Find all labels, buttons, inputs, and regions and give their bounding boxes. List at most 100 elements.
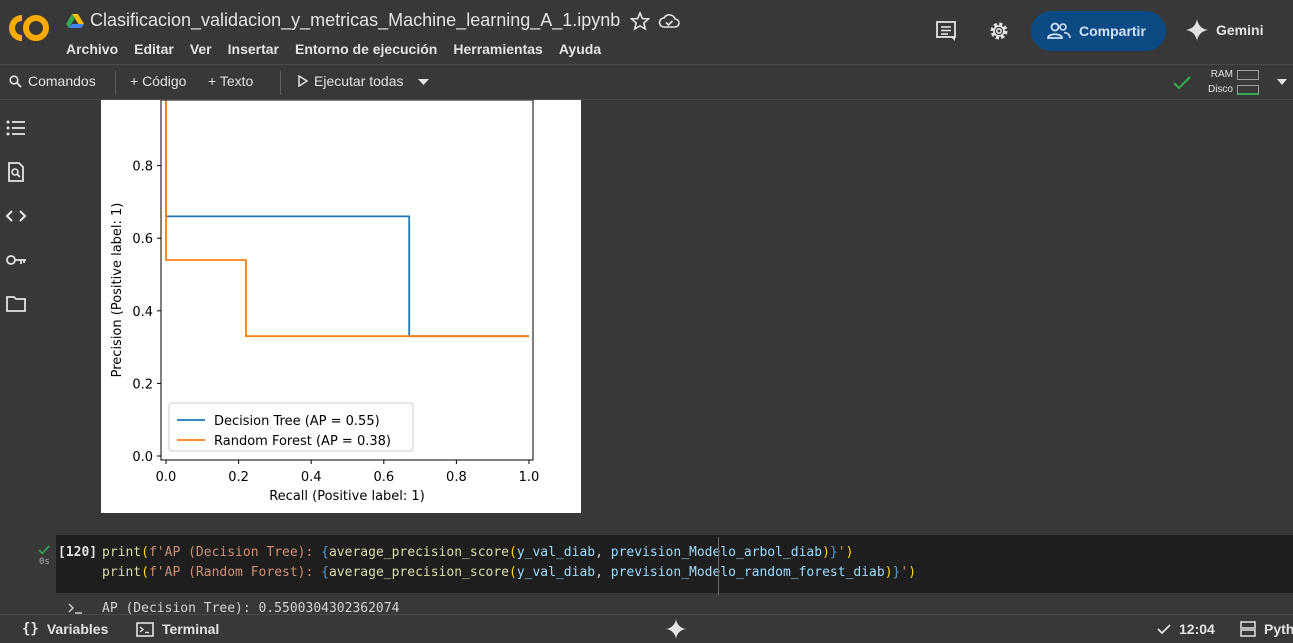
status-bar: {} Variables Terminal 12:04 Pyth	[0, 614, 1293, 643]
menubar: Archivo Editar Ver Insertar Entorno de e…	[66, 41, 601, 57]
runtime-type[interactable]: Pyth	[1240, 621, 1293, 637]
star-icon[interactable]	[630, 11, 650, 31]
menu-ver[interactable]: Ver	[190, 41, 212, 57]
commands-button[interactable]: Comandos	[9, 73, 96, 89]
resource-labels[interactable]: RAM Disco	[1205, 67, 1233, 97]
notebook-title[interactable]: Clasificacion_validacion_y_metricas_Mach…	[90, 10, 620, 31]
code-token: )	[845, 545, 854, 560]
code-token: )	[884, 565, 893, 580]
add-code-button[interactable]: + Código	[130, 73, 186, 89]
pr-curve-figure: 0.0 0.2 0.4 0.6 0.8 1.0 0.0 0.2 0.4 0.6 0.8 Recal…	[101, 100, 581, 513]
output-toggle-icon[interactable]	[67, 602, 83, 614]
gemini-sparkle-icon[interactable]	[666, 619, 686, 639]
x-tick-label: 0.6	[373, 470, 394, 485]
code-token: f'AP (Decision Tree):	[148, 545, 322, 560]
check-icon	[1157, 624, 1171, 635]
commands-label: Comandos	[28, 73, 96, 89]
colab-window: Clasificacion_validacion_y_metricas_Mach…	[0, 0, 1293, 643]
play-icon	[298, 75, 308, 87]
menu-herramientas[interactable]: Herramientas	[453, 41, 543, 57]
code-token: ,	[595, 565, 611, 580]
run-all-button[interactable]: Ejecutar todas	[298, 73, 404, 89]
x-axis-label: Recall (Positive label: 1)	[269, 489, 425, 504]
drive-icon[interactable]	[66, 13, 84, 29]
folder-icon[interactable]	[5, 293, 27, 315]
secrets-key-icon[interactable]	[5, 249, 27, 271]
run-success-icon	[38, 545, 50, 555]
terminal-label: Terminal	[162, 621, 220, 637]
chevron-down-icon[interactable]	[418, 79, 429, 86]
code-token: (	[509, 565, 517, 580]
y-tick-label: 0.8	[132, 160, 153, 175]
series-line-0	[165, 100, 529, 338]
cloud-saved-icon[interactable]	[658, 11, 680, 31]
code-token: '	[900, 565, 909, 580]
runtime-label: Pyth	[1264, 621, 1293, 637]
code-token: )	[822, 545, 830, 560]
find-replace-icon[interactable]	[5, 161, 27, 183]
x-tick-label: 0.0	[156, 470, 177, 485]
y-tick-label: 0.2	[132, 377, 153, 392]
code-token: print	[102, 565, 142, 580]
code-token: (	[141, 565, 149, 580]
variables-button[interactable]: {} Variables	[22, 621, 108, 637]
last-run-status[interactable]: 12:04	[1157, 621, 1215, 637]
disk-meter	[1237, 85, 1259, 95]
comment-icon[interactable]	[935, 20, 957, 42]
toolbar-divider	[115, 71, 116, 95]
code-token: '	[837, 545, 846, 560]
search-icon	[9, 74, 22, 88]
y-axis-label: Precision (Positive label: 1)	[110, 203, 125, 378]
menu-editar[interactable]: Editar	[134, 41, 174, 57]
gear-icon[interactable]	[988, 20, 1010, 42]
chart-legend: Decision Tree (AP = 0.55) Random Forest (…	[168, 402, 414, 452]
execution-count: [120]	[58, 545, 98, 560]
run-all-label: Ejecutar todas	[314, 73, 404, 89]
menu-entorno[interactable]: Entorno de ejecución	[295, 41, 437, 57]
code-token: f'AP (Random Forest):	[148, 565, 322, 580]
code-token: print	[102, 545, 142, 560]
gemini-button[interactable]: Gemini	[1186, 14, 1263, 46]
x-tick-label: 0.4	[301, 470, 322, 485]
header: Clasificacion_validacion_y_metricas_Mach…	[0, 0, 1293, 64]
y-tick-label: 0.6	[132, 232, 153, 247]
menu-archivo[interactable]: Archivo	[66, 41, 118, 57]
toolbar-divider	[280, 71, 281, 95]
colab-logo-icon[interactable]	[8, 12, 50, 44]
menu-ayuda[interactable]: Ayuda	[559, 41, 601, 57]
code-line-2[interactable]: print(f'AP (Random Forest): {average_pre…	[102, 565, 916, 580]
terminal-button[interactable]: Terminal	[136, 621, 219, 637]
connected-check-icon	[1173, 76, 1191, 90]
pr-curve-chart: 0.0 0.2 0.4 0.6 0.8 1.0 0.0 0.2 0.4 0.6 0.8 Recal…	[110, 100, 540, 504]
cell-output: AP (Decision Tree): 0.5500304302362074	[102, 601, 400, 614]
execution-time: 0s	[39, 557, 50, 567]
code-line-1[interactable]: print(f'AP (Decision Tree): {average_pre…	[102, 545, 853, 560]
runtime-icon	[1240, 621, 1256, 637]
code-token: ,	[595, 545, 611, 560]
add-text-button[interactable]: + Texto	[208, 73, 253, 89]
code-token: average_precision_score	[328, 545, 509, 560]
code-token: y_val_diab	[516, 545, 596, 560]
x-tick-label: 1.0	[519, 470, 540, 485]
code-token: prevision_Modelo_arbol_diab	[610, 545, 823, 560]
code-token: average_precision_score	[328, 565, 509, 580]
chevron-down-icon[interactable]	[1277, 79, 1287, 87]
left-rail	[0, 100, 32, 614]
gemini-sparkle-icon	[1186, 19, 1208, 41]
code-cell[interactable]	[56, 535, 1293, 593]
braces-icon: {}	[22, 621, 39, 637]
x-tick-label: 0.2	[228, 470, 249, 485]
gemini-label: Gemini	[1216, 22, 1264, 38]
code-snippets-icon[interactable]	[5, 205, 27, 227]
ram-label: RAM	[1210, 69, 1233, 80]
ram-meter	[1237, 70, 1259, 80]
last-run-time: 12:04	[1179, 621, 1215, 637]
series-line-1	[165, 100, 529, 338]
table-of-contents-icon[interactable]	[5, 117, 27, 139]
share-button[interactable]: Compartir	[1031, 11, 1166, 51]
x-tick-label: 0.8	[446, 470, 467, 485]
code-token: {	[321, 565, 329, 580]
menu-insertar[interactable]: Insertar	[228, 41, 279, 57]
code-token: (	[141, 545, 149, 560]
code-token: }	[829, 545, 838, 560]
